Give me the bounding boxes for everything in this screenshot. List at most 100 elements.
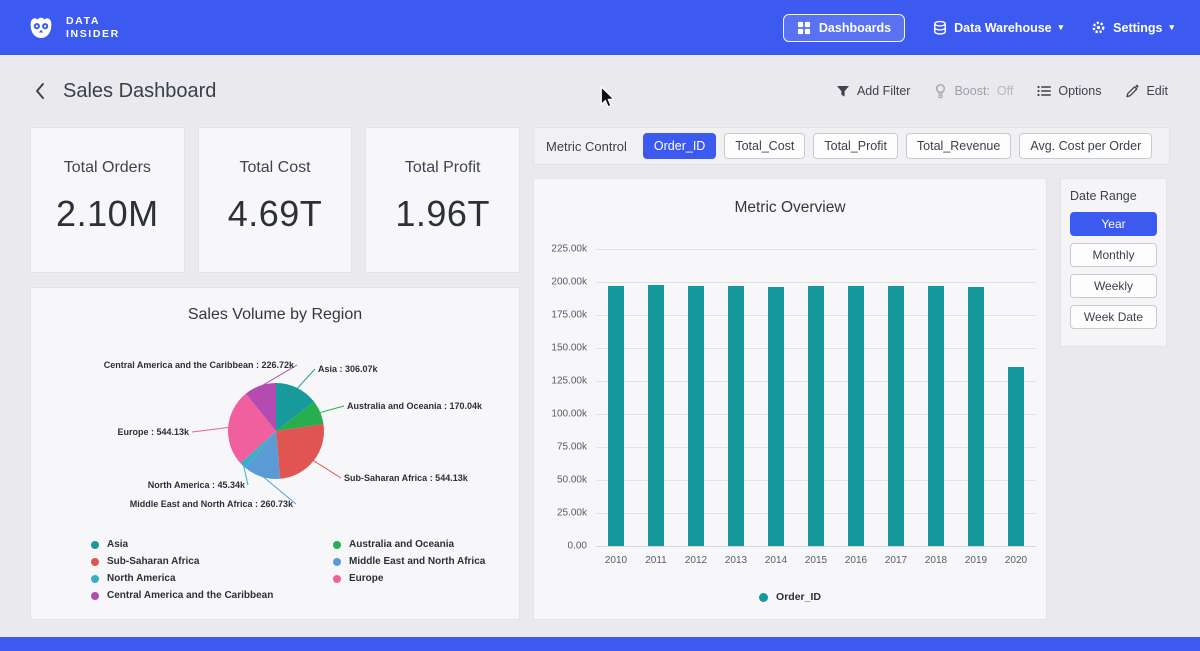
pie-slice-label: Central America and the Caribbean : 226.… [104, 360, 295, 370]
boost-balloon-icon [934, 84, 947, 99]
legend-item-asia[interactable]: Asia [91, 537, 307, 552]
pie-callout-line [192, 427, 229, 432]
pie-slice-label: Sub-Saharan Africa : 544.13k [344, 473, 469, 483]
chevron-left-icon [34, 82, 45, 100]
legend-label: Australia and Oceania [349, 539, 454, 550]
bar-2020[interactable] [1008, 367, 1024, 546]
legend-label: Order_ID [776, 591, 821, 603]
brand-logo[interactable]: DATA INSIDER [26, 14, 120, 41]
y-axis-tick: 0.00 [568, 541, 587, 552]
header-actions: Add Filter Boost: Off Options [836, 84, 1168, 99]
gridline [596, 546, 1036, 547]
legend-dot [759, 593, 768, 602]
legend-label: Sub-Saharan Africa [107, 556, 199, 567]
bar-2017[interactable] [888, 286, 904, 546]
app-window: DATA INSIDER Dashboards D [0, 0, 1200, 651]
metric-button-total-revenue[interactable]: Total_Revenue [906, 133, 1011, 159]
legend-dot [333, 558, 341, 566]
nav-data-warehouse[interactable]: Data Warehouse ▾ [933, 20, 1063, 36]
y-axis-tick: 125.00k [551, 376, 587, 387]
back-button[interactable] [32, 80, 47, 102]
date-range-weekly[interactable]: Weekly [1070, 274, 1157, 298]
bar-2019[interactable] [968, 287, 984, 546]
y-axis-tick: 75.00k [557, 442, 587, 453]
bar-2014[interactable] [768, 287, 784, 546]
pie-slice-label: Australia and Oceania : 170.04k [347, 401, 483, 411]
bar-2016[interactable] [848, 286, 864, 546]
bar-chart-plot: 225.00k200.00k175.00k150.00k125.00k100.0… [596, 249, 1036, 546]
kpi-value: 2.10M [56, 193, 159, 235]
x-axis-tick: 2014 [765, 555, 787, 566]
nav-settings[interactable]: Settings ▾ [1091, 20, 1174, 35]
bar-2013[interactable] [728, 286, 744, 546]
metric-button-avg-cost-per-order[interactable]: Avg. Cost per Order [1019, 133, 1152, 159]
legend-item-europe[interactable]: Europe [333, 571, 519, 586]
bar-2018[interactable] [928, 286, 944, 546]
kpi-value: 4.69T [228, 193, 323, 235]
bar-2012[interactable] [688, 286, 704, 546]
add-filter-button[interactable]: Add Filter [836, 84, 911, 98]
left-column: Total Orders 2.10M Total Cost 4.69T Tota… [30, 127, 520, 620]
metric-button-total-cost[interactable]: Total_Cost [724, 133, 805, 159]
legend-dot [333, 541, 341, 549]
x-axis-tick: 2018 [925, 555, 947, 566]
nav-dashboards[interactable]: Dashboards [783, 14, 905, 42]
database-icon [933, 20, 947, 36]
edit-label: Edit [1146, 84, 1168, 98]
brand-line2: INSIDER [66, 28, 120, 41]
date-range-week-date[interactable]: Week Date [1070, 305, 1157, 329]
edit-pencil-icon [1125, 84, 1139, 98]
x-axis-tick: 2019 [965, 555, 987, 566]
pie-callout-line [319, 406, 344, 413]
x-axis-tick: 2015 [805, 555, 827, 566]
nav-settings-label: Settings [1113, 21, 1162, 35]
legend-item-north-america[interactable]: North America [91, 571, 307, 586]
y-axis-tick: 150.00k [551, 343, 587, 354]
right-column: Metric Control Order_IDTotal_CostTotal_P… [533, 127, 1170, 620]
x-axis-tick: 2011 [645, 555, 667, 566]
edit-button[interactable]: Edit [1125, 84, 1168, 98]
boost-toggle[interactable]: Boost: Off [934, 84, 1013, 99]
pie-chart: Asia : 306.07kAustralia and Oceania : 17… [31, 328, 521, 533]
pie-slice-label: North America : 45.34k [148, 480, 246, 490]
top-navbar: DATA INSIDER Dashboards D [0, 0, 1200, 55]
metric-overview-card: Metric Overview 225.00k200.00k175.00k150… [533, 178, 1047, 620]
metric-button-order-id[interactable]: Order_ID [643, 133, 716, 159]
x-axis-tick: 2012 [685, 555, 707, 566]
date-range-monthly[interactable]: Monthly [1070, 243, 1157, 267]
legend-label: North America [107, 573, 176, 584]
legend-item-middle-east-and-north-africa[interactable]: Middle East and North Africa [333, 554, 519, 569]
filter-funnel-icon [836, 85, 850, 98]
bar-chart-legend[interactable]: Order_ID [534, 591, 1046, 603]
kpi-card-total-cost: Total Cost 4.69T [198, 127, 353, 273]
legend-item-sub-saharan-africa[interactable]: Sub-Saharan Africa [91, 554, 307, 569]
kpi-row: Total Orders 2.10M Total Cost 4.69T Tota… [30, 127, 520, 273]
bar-2010[interactable] [608, 286, 624, 546]
pie-legend: Asia Sub-Saharan Africa North America Centr… [91, 537, 519, 603]
chevron-down-icon: ▾ [1059, 23, 1064, 32]
legend-item-central-america-and-the-caribbean[interactable]: Central America and the Caribbean [91, 588, 307, 603]
pie-callout-line [297, 369, 315, 389]
pie-chart-title: Sales Volume by Region [31, 306, 519, 324]
navbar-menu: Dashboards Data Warehouse ▾ Settings ▾ [783, 14, 1174, 42]
date-range-year[interactable]: Year [1070, 212, 1157, 236]
boost-label: Boost: [954, 84, 989, 98]
options-button[interactable]: Options [1037, 84, 1101, 98]
pie-slice-sub-saharan-africa[interactable] [276, 424, 324, 479]
gridline [596, 249, 1036, 250]
sales-volume-card: Sales Volume by Region Asia : 306.07kAus… [30, 287, 520, 620]
kpi-label: Total Orders [64, 159, 151, 177]
options-list-icon [1037, 85, 1051, 97]
legend-item-australia-and-oceania[interactable]: Australia and Oceania [333, 537, 519, 552]
options-label: Options [1058, 84, 1101, 98]
y-axis-tick: 50.00k [557, 475, 587, 486]
bar-2015[interactable] [808, 286, 824, 546]
bar-2011[interactable] [648, 285, 664, 546]
metric-button-total-profit[interactable]: Total_Profit [813, 133, 898, 159]
metric-buttons: Order_ID Total_Cost Total_Profit Total_Reve… [643, 133, 1152, 159]
legend-dot [91, 592, 99, 600]
x-axis-tick: 2010 [605, 555, 627, 566]
date-range-title: Date Range [1070, 189, 1157, 203]
x-axis-tick: 2017 [885, 555, 907, 566]
pie-callout-line [313, 460, 341, 478]
